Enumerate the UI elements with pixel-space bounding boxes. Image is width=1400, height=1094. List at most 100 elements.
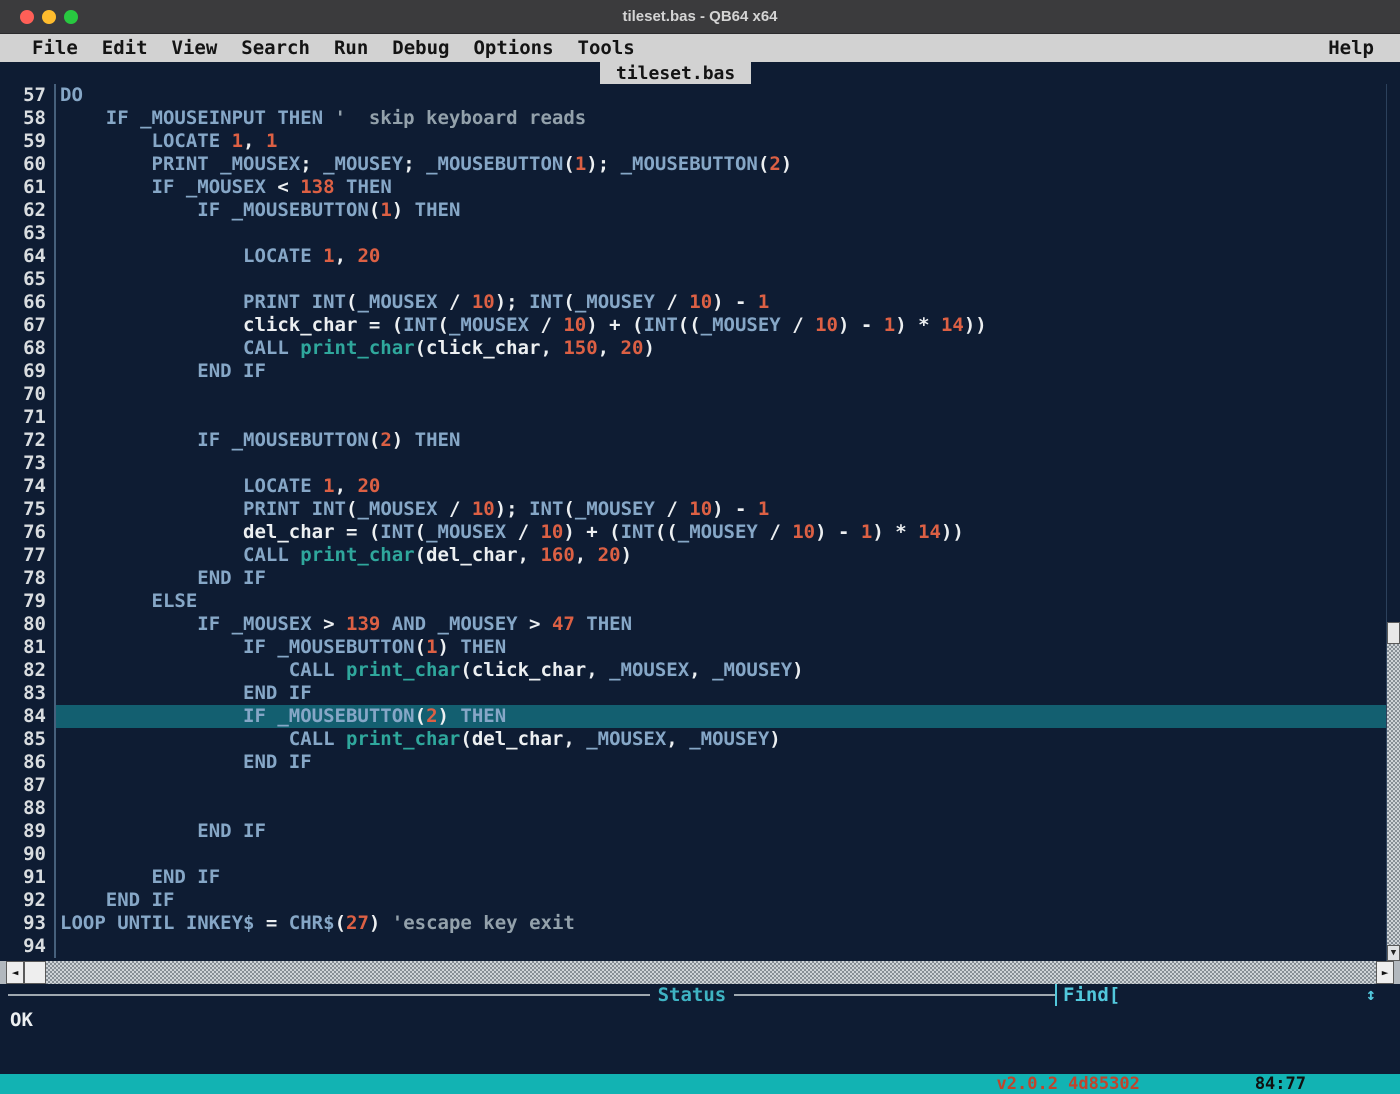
- code-line[interactable]: 91 END IF: [0, 866, 1386, 889]
- code-line[interactable]: 70: [0, 383, 1386, 406]
- line-number: 62: [0, 199, 56, 222]
- code-line[interactable]: 92 END IF: [0, 889, 1386, 912]
- code-text: IF _MOUSEX < 138 THEN: [60, 176, 392, 198]
- vertical-scrollbar[interactable]: ▼: [1386, 84, 1400, 961]
- line-number: 74: [0, 475, 56, 498]
- line-number: 91: [0, 866, 56, 889]
- titlebar[interactable]: tileset.bas - QB64 x64: [0, 0, 1400, 34]
- line-number: 79: [0, 590, 56, 613]
- line-number: 72: [0, 429, 56, 452]
- line-number: 68: [0, 337, 56, 360]
- code-line[interactable]: 69 END IF: [0, 360, 1386, 383]
- code-line-current[interactable]: 84 IF _MOUSEBUTTON(2) THEN: [0, 705, 1386, 728]
- code-line[interactable]: 87: [0, 774, 1386, 797]
- code-line[interactable]: 57 DO: [0, 84, 1386, 107]
- code-line[interactable]: 66 PRINT INT(_MOUSEX / 10); INT(_MOUSEY …: [0, 291, 1386, 314]
- code-line[interactable]: 85 CALL print_char(del_char, _MOUSEX, _M…: [0, 728, 1386, 751]
- tab-tileset-bas[interactable]: tileset.bas: [600, 62, 752, 84]
- code-line[interactable]: 72 IF _MOUSEBUTTON(2) THEN: [0, 429, 1386, 452]
- code-text: CALL print_char(del_char, _MOUSEX, _MOUS…: [60, 728, 781, 750]
- code-line[interactable]: 90: [0, 843, 1386, 866]
- code-text: END IF: [60, 751, 312, 773]
- line-number: 64: [0, 245, 56, 268]
- code-line[interactable]: 77 CALL print_char(del_char, 160, 20): [0, 544, 1386, 567]
- resize-vertical-icon[interactable]: ↕: [1366, 985, 1376, 1005]
- code-line[interactable]: 94: [0, 935, 1386, 958]
- menu-item-debug[interactable]: Debug: [380, 37, 461, 59]
- hscroll-left-arrow-icon[interactable]: ◄: [6, 961, 24, 984]
- code-line[interactable]: 78 END IF: [0, 567, 1386, 590]
- line-number: 70: [0, 383, 56, 406]
- vscroll-down-arrow-icon[interactable]: ▼: [1387, 945, 1400, 961]
- vscroll-track[interactable]: [1387, 644, 1400, 945]
- menu-item-help[interactable]: Help: [1316, 37, 1386, 59]
- menu-bar: File Edit View Search Run Debug Options Tools H…: [0, 34, 1400, 62]
- find-box[interactable]: Find[: [1057, 984, 1120, 1006]
- code-line[interactable]: 60 PRINT _MOUSEX; _MOUSEY; _MOUSEBUTTON(…: [0, 153, 1386, 176]
- code-text: END IF: [60, 820, 266, 842]
- code-line[interactable]: 61 IF _MOUSEX < 138 THEN: [0, 176, 1386, 199]
- bottom-bar: v2.0.2 4d85302 84:77: [0, 1074, 1400, 1094]
- menu-item-file[interactable]: File: [20, 37, 90, 59]
- code-line[interactable]: 67 click_char = (INT(_MOUSEX / 10) + (IN…: [0, 314, 1386, 337]
- code-line[interactable]: 76 del_char = (INT(_MOUSEX / 10) + (INT(…: [0, 521, 1386, 544]
- code-line[interactable]: 93 LOOP UNTIL INKEY$ = CHR$(27) 'escape k…: [0, 912, 1386, 935]
- line-number: 87: [0, 774, 56, 797]
- code-line[interactable]: 59 LOCATE 1, 1: [0, 130, 1386, 153]
- code-line[interactable]: 58 IF _MOUSEINPUT THEN ' skip keyboard r…: [0, 107, 1386, 130]
- code-line[interactable]: 75 PRINT INT(_MOUSEX / 10); INT(_MOUSEY …: [0, 498, 1386, 521]
- hscroll-right-arrow-icon[interactable]: ►: [1376, 961, 1394, 984]
- close-button[interactable]: [20, 9, 34, 24]
- line-number: 66: [0, 291, 56, 314]
- code-line[interactable]: 73: [0, 452, 1386, 475]
- hscroll-track[interactable]: [46, 961, 1376, 984]
- line-number: 78: [0, 567, 56, 590]
- code-editor[interactable]: 57 DO 58 IF _MOUSEINPUT THEN ' skip keyboa…: [0, 84, 1386, 961]
- code-text: PRINT _MOUSEX; _MOUSEY; _MOUSEBUTTON(1);…: [60, 153, 793, 175]
- code-line[interactable]: 82 CALL print_char(click_char, _MOUSEX, …: [0, 659, 1386, 682]
- line-number: 57: [0, 84, 56, 107]
- code-line[interactable]: 83 END IF: [0, 682, 1386, 705]
- code-line[interactable]: 80 IF _MOUSEX > 139 AND _MOUSEY > 47 THE…: [0, 613, 1386, 636]
- status-output: OK: [0, 1006, 1400, 1074]
- code-line[interactable]: 71: [0, 406, 1386, 429]
- code-text: END IF: [60, 360, 266, 382]
- code-line[interactable]: 79 ELSE: [0, 590, 1386, 613]
- status-message: OK: [10, 1009, 33, 1031]
- code-text: ELSE: [60, 590, 198, 612]
- code-line[interactable]: 68 CALL print_char(click_char, 150, 20): [0, 337, 1386, 360]
- code-line[interactable]: 65: [0, 268, 1386, 291]
- traffic-lights: [20, 0, 78, 33]
- code-line[interactable]: 81 IF _MOUSEBUTTON(1) THEN: [0, 636, 1386, 659]
- menu-item-edit[interactable]: Edit: [90, 37, 160, 59]
- zoom-button[interactable]: [64, 9, 78, 24]
- menu-item-search[interactable]: Search: [229, 37, 322, 59]
- find-area: Find[ ↕: [1055, 984, 1400, 1006]
- menu-item-tools[interactable]: Tools: [566, 37, 647, 59]
- code-text: LOOP UNTIL INKEY$ = CHR$(27) 'escape key…: [60, 912, 575, 934]
- minimize-button[interactable]: [42, 9, 56, 24]
- menu-item-run[interactable]: Run: [322, 37, 380, 59]
- line-number: 85: [0, 728, 56, 751]
- code-line[interactable]: 62 IF _MOUSEBUTTON(1) THEN: [0, 199, 1386, 222]
- hscroll-thumb[interactable]: [24, 961, 46, 984]
- code-line[interactable]: 63: [0, 222, 1386, 245]
- code-text: IF _MOUSEBUTTON(2) THEN: [60, 429, 461, 451]
- vscroll-thumb[interactable]: [1387, 622, 1400, 644]
- code-line[interactable]: 74 LOCATE 1, 20: [0, 475, 1386, 498]
- horizontal-scrollbar[interactable]: ◄ ►: [0, 961, 1400, 984]
- code-text: IF _MOUSEBUTTON(1) THEN: [60, 636, 507, 658]
- menu-item-options[interactable]: Options: [461, 37, 565, 59]
- line-number: 63: [0, 222, 56, 245]
- line-number: 94: [0, 935, 56, 958]
- code-line[interactable]: 88: [0, 797, 1386, 820]
- code-line[interactable]: 89 END IF: [0, 820, 1386, 843]
- code-line[interactable]: 64 LOCATE 1, 20: [0, 245, 1386, 268]
- code-line[interactable]: 86 END IF: [0, 751, 1386, 774]
- menu-item-view[interactable]: View: [160, 37, 230, 59]
- code-text: DO: [60, 84, 83, 106]
